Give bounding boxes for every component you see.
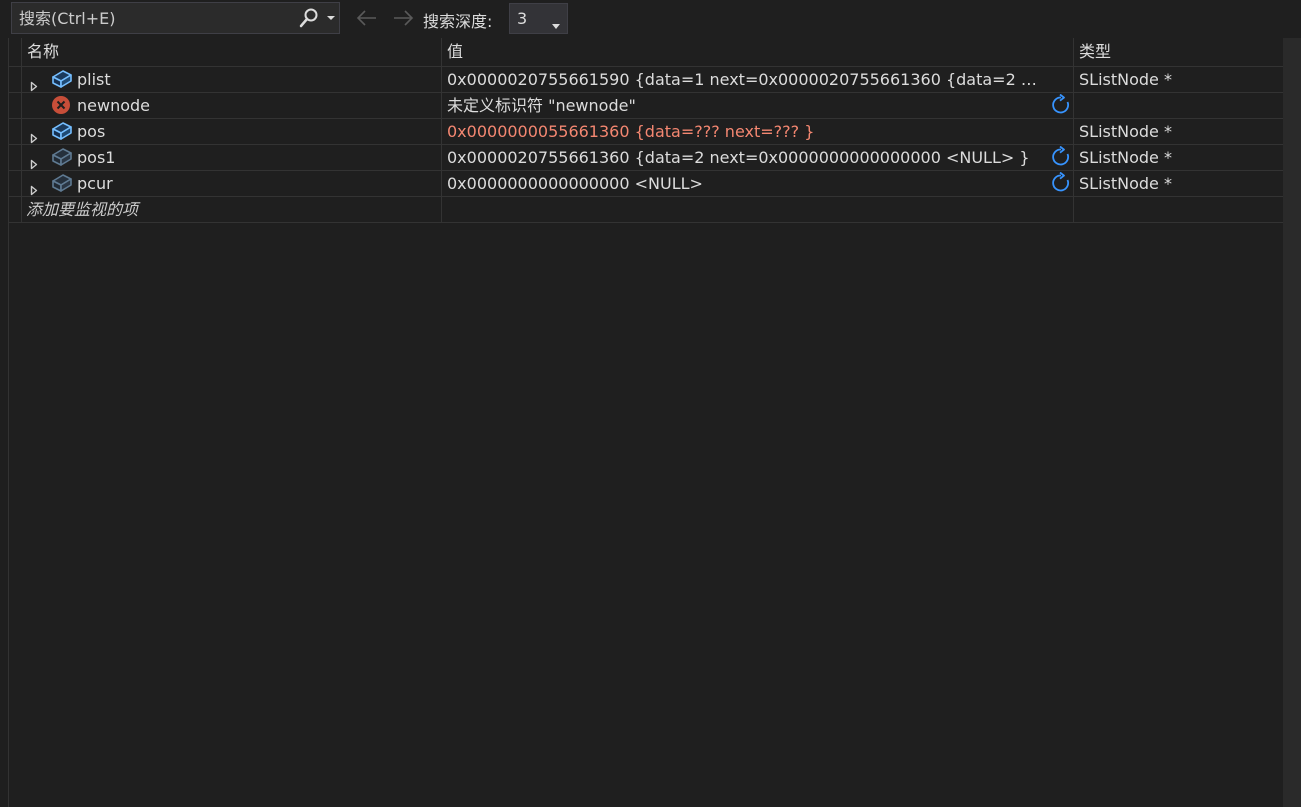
name-cell[interactable]: plist [21, 67, 441, 92]
variable-type: SListNode * [1079, 174, 1172, 193]
search-box[interactable] [11, 2, 340, 34]
value-cell[interactable]: 0x0000000055661360 {data=??? next=??? } [441, 119, 1073, 144]
search-input[interactable] [12, 3, 299, 33]
refresh-icon[interactable] [1050, 93, 1072, 116]
struct-object-dimmed-icon [50, 146, 74, 168]
watch-row-pos1[interactable]: pos1 0x0000020755661360 {data=2 next=0x00… [9, 145, 1284, 171]
back-arrow-icon[interactable] [355, 7, 379, 29]
search-depth-label: 搜索深度: [423, 12, 493, 31]
variable-type: SListNode * [1079, 148, 1172, 167]
variable-name: pcur [77, 174, 113, 193]
chevron-down-icon [551, 16, 561, 29]
add-watch-placeholder[interactable]: 添加要监视的项 [26, 197, 138, 222]
forward-arrow-icon[interactable] [391, 7, 415, 29]
type-cell: SListNode * [1073, 67, 1284, 92]
variable-type: SListNode * [1079, 122, 1172, 141]
column-header-type[interactable]: 类型 [1073, 38, 1284, 66]
watch-toolbar: 搜索深度: 3 [0, 0, 1301, 38]
value-cell[interactable]: 0x0000000000000000 <NULL> [441, 171, 1073, 196]
type-cell [1073, 93, 1284, 118]
watch-grid: 名称 值 类型 plist 0x0000020755661590 {data=1 … [8, 38, 1284, 807]
expand-arrow-icon[interactable] [30, 152, 38, 170]
value-cell[interactable]: 未定义标识符 "newnode" [441, 93, 1073, 118]
variable-name: pos [77, 122, 106, 141]
error-icon [50, 94, 74, 116]
expand-arrow-icon[interactable] [30, 126, 38, 144]
variable-value: 0x0000000055661360 {data=??? next=??? } [447, 122, 815, 141]
variable-value: 0x0000020755661360 {data=2 next=0x000000… [447, 148, 1030, 167]
name-cell[interactable]: newnode [21, 93, 441, 118]
search-icon[interactable] [298, 7, 320, 29]
watch-row-newnode[interactable]: newnode 未定义标识符 "newnode" [9, 93, 1284, 119]
struct-object-icon [50, 68, 74, 90]
variable-value: 未定义标识符 "newnode" [447, 96, 636, 115]
watch-row-pcur[interactable]: pcur 0x0000000000000000 <NULL> SListNode * [9, 171, 1284, 197]
value-cell[interactable]: 0x0000020755661360 {data=2 next=0x000000… [441, 145, 1073, 170]
variable-value: 0x0000000000000000 <NULL> [447, 174, 703, 193]
add-watch-row[interactable]: 添加要监视的项 [9, 197, 1284, 223]
search-options-dropdown-icon[interactable] [325, 7, 337, 29]
add-watch-cell[interactable]: 添加要监视的项 [21, 197, 441, 222]
variable-name: newnode [77, 96, 150, 115]
type-cell: SListNode * [1073, 171, 1284, 196]
struct-object-icon [50, 120, 74, 142]
vertical-scrollbar[interactable] [1283, 38, 1301, 807]
type-cell: SListNode * [1073, 145, 1284, 170]
refresh-icon[interactable] [1050, 171, 1072, 194]
value-cell [441, 197, 1073, 222]
expand-arrow-icon[interactable] [30, 178, 38, 196]
search-depth-select[interactable]: 3 [509, 3, 568, 34]
name-cell[interactable]: pcur [21, 171, 441, 196]
watch-row-pos[interactable]: pos 0x0000000055661360 {data=??? next=???… [9, 119, 1284, 145]
refresh-icon[interactable] [1050, 145, 1072, 168]
column-header-name[interactable]: 名称 [21, 38, 441, 66]
expand-arrow-icon[interactable] [30, 74, 38, 92]
struct-object-dimmed-icon [50, 172, 74, 194]
name-cell[interactable]: pos [21, 119, 441, 144]
variable-value: 0x0000020755661590 {data=1 next=0x000002… [447, 70, 1039, 89]
name-cell[interactable]: pos1 [21, 145, 441, 170]
column-header-value[interactable]: 值 [441, 38, 1073, 66]
column-header-row: 名称 值 类型 [9, 38, 1284, 67]
search-depth-value: 3 [517, 9, 528, 28]
type-cell [1073, 197, 1284, 222]
value-cell[interactable]: 0x0000020755661590 {data=1 next=0x000002… [441, 67, 1073, 92]
type-cell: SListNode * [1073, 119, 1284, 144]
variable-name: pos1 [77, 148, 116, 167]
watch-row-plist[interactable]: plist 0x0000020755661590 {data=1 next=0x0… [9, 67, 1284, 93]
variable-type: SListNode * [1079, 70, 1172, 89]
variable-name: plist [77, 70, 111, 89]
